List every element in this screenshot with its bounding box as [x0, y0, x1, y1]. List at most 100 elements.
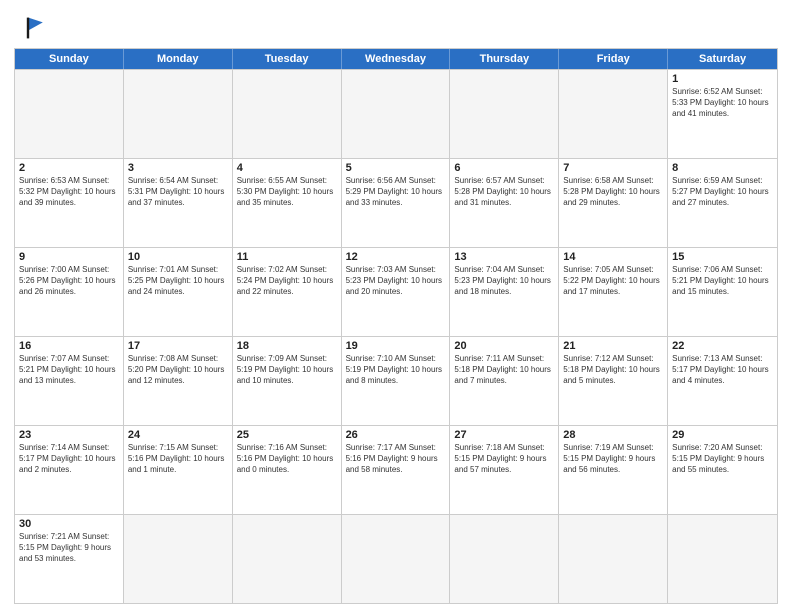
- weeks: 1Sunrise: 6:52 AM Sunset: 5:33 PM Daylig…: [15, 69, 777, 603]
- day-header-thursday: Thursday: [450, 49, 559, 69]
- cell-day-number: 3: [128, 162, 228, 174]
- cell-info: Sunrise: 7:16 AM Sunset: 5:16 PM Dayligh…: [237, 443, 337, 475]
- cell-info: Sunrise: 7:06 AM Sunset: 5:21 PM Dayligh…: [672, 265, 773, 297]
- generalblue-logo-icon: [14, 14, 46, 42]
- calendar-cell: 22Sunrise: 7:13 AM Sunset: 5:17 PM Dayli…: [668, 337, 777, 425]
- calendar-cell: [233, 515, 342, 603]
- cell-day-number: 27: [454, 429, 554, 441]
- day-header-friday: Friday: [559, 49, 668, 69]
- calendar-cell: 6 Sunrise: 6:57 AM Sunset: 5:28 PM Daylig…: [450, 159, 559, 247]
- calendar-cell: 20 Sunrise: 7:11 AM Sunset: 5:18 PM Dayli…: [450, 337, 559, 425]
- cell-info: Sunrise: 6:58 AM Sunset: 5:28 PM Dayligh…: [563, 176, 663, 208]
- cell-info: Sunrise: 7:18 AM Sunset: 5:15 PM Dayligh…: [454, 443, 554, 475]
- cell-info: Sunrise: 6:57 AM Sunset: 5:28 PM Dayligh…: [454, 176, 554, 208]
- cell-day-number: 14: [563, 251, 663, 263]
- day-header-sunday: Sunday: [15, 49, 124, 69]
- logo: [14, 10, 50, 42]
- calendar: SundayMondayTuesdayWednesdayThursdayFrid…: [14, 48, 778, 604]
- cell-day-number: 6: [454, 162, 554, 174]
- cell-info: Sunrise: 7:12 AM Sunset: 5:18 PM Dayligh…: [563, 354, 663, 386]
- week-6: 30 Sunrise: 7:21 AM Sunset: 5:15 PM Dayli…: [15, 514, 777, 603]
- calendar-cell: 11Sunrise: 7:02 AM Sunset: 5:24 PM Dayli…: [233, 248, 342, 336]
- calendar-cell: 27 Sunrise: 7:18 AM Sunset: 5:15 PM Dayli…: [450, 426, 559, 514]
- cell-info: Sunrise: 6:55 AM Sunset: 5:30 PM Dayligh…: [237, 176, 337, 208]
- cell-info: Sunrise: 7:03 AM Sunset: 5:23 PM Dayligh…: [346, 265, 446, 297]
- cell-day-number: 18: [237, 340, 337, 352]
- cell-day-number: 15: [672, 251, 773, 263]
- cell-info: Sunrise: 7:15 AM Sunset: 5:16 PM Dayligh…: [128, 443, 228, 475]
- cell-info: Sunrise: 7:11 AM Sunset: 5:18 PM Dayligh…: [454, 354, 554, 386]
- cell-day-number: 20: [454, 340, 554, 352]
- cell-info: Sunrise: 7:00 AM Sunset: 5:26 PM Dayligh…: [19, 265, 119, 297]
- calendar-cell: 1Sunrise: 6:52 AM Sunset: 5:33 PM Daylig…: [668, 70, 777, 158]
- calendar-cell: 2 Sunrise: 6:53 AM Sunset: 5:32 PM Daylig…: [15, 159, 124, 247]
- cell-day-number: 17: [128, 340, 228, 352]
- day-headers: SundayMondayTuesdayWednesdayThursdayFrid…: [15, 49, 777, 69]
- cell-info: Sunrise: 7:01 AM Sunset: 5:25 PM Dayligh…: [128, 265, 228, 297]
- calendar-cell: 16 Sunrise: 7:07 AM Sunset: 5:21 PM Dayli…: [15, 337, 124, 425]
- calendar-cell: 15 Sunrise: 7:06 AM Sunset: 5:21 PM Dayli…: [668, 248, 777, 336]
- calendar-cell: [559, 515, 668, 603]
- week-5: 23 Sunrise: 7:14 AM Sunset: 5:17 PM Dayli…: [15, 425, 777, 514]
- calendar-cell: 3 Sunrise: 6:54 AM Sunset: 5:31 PM Daylig…: [124, 159, 233, 247]
- week-1: 1Sunrise: 6:52 AM Sunset: 5:33 PM Daylig…: [15, 69, 777, 158]
- calendar-cell: 14 Sunrise: 7:05 AM Sunset: 5:22 PM Dayli…: [559, 248, 668, 336]
- calendar-cell: 9Sunrise: 7:00 AM Sunset: 5:26 PM Daylig…: [15, 248, 124, 336]
- calendar-cell: 10 Sunrise: 7:01 AM Sunset: 5:25 PM Dayli…: [124, 248, 233, 336]
- calendar-cell: 12Sunrise: 7:03 AM Sunset: 5:23 PM Dayli…: [342, 248, 451, 336]
- cell-info: Sunrise: 7:05 AM Sunset: 5:22 PM Dayligh…: [563, 265, 663, 297]
- cell-day-number: 21: [563, 340, 663, 352]
- page: SundayMondayTuesdayWednesdayThursdayFrid…: [0, 0, 792, 612]
- cell-day-number: 7: [563, 162, 663, 174]
- calendar-cell: [233, 70, 342, 158]
- cell-info: Sunrise: 7:09 AM Sunset: 5:19 PM Dayligh…: [237, 354, 337, 386]
- cell-info: Sunrise: 6:54 AM Sunset: 5:31 PM Dayligh…: [128, 176, 228, 208]
- cell-info: Sunrise: 7:21 AM Sunset: 5:15 PM Dayligh…: [19, 532, 119, 564]
- week-3: 9Sunrise: 7:00 AM Sunset: 5:26 PM Daylig…: [15, 247, 777, 336]
- cell-day-number: 16: [19, 340, 119, 352]
- day-header-saturday: Saturday: [668, 49, 777, 69]
- week-4: 16 Sunrise: 7:07 AM Sunset: 5:21 PM Dayli…: [15, 336, 777, 425]
- cell-day-number: 23: [19, 429, 119, 441]
- calendar-cell: [450, 515, 559, 603]
- cell-day-number: 30: [19, 518, 119, 530]
- calendar-cell: [124, 70, 233, 158]
- calendar-cell: 7 Sunrise: 6:58 AM Sunset: 5:28 PM Daylig…: [559, 159, 668, 247]
- cell-info: Sunrise: 7:20 AM Sunset: 5:15 PM Dayligh…: [672, 443, 773, 475]
- calendar-cell: 23 Sunrise: 7:14 AM Sunset: 5:17 PM Dayli…: [15, 426, 124, 514]
- cell-day-number: 29: [672, 429, 773, 441]
- cell-day-number: 24: [128, 429, 228, 441]
- calendar-cell: 5Sunrise: 6:56 AM Sunset: 5:29 PM Daylig…: [342, 159, 451, 247]
- cell-day-number: 8: [672, 162, 773, 174]
- calendar-cell: 19Sunrise: 7:10 AM Sunset: 5:19 PM Dayli…: [342, 337, 451, 425]
- cell-info: Sunrise: 6:59 AM Sunset: 5:27 PM Dayligh…: [672, 176, 773, 208]
- cell-day-number: 26: [346, 429, 446, 441]
- cell-day-number: 25: [237, 429, 337, 441]
- calendar-cell: 26Sunrise: 7:17 AM Sunset: 5:16 PM Dayli…: [342, 426, 451, 514]
- cell-day-number: 5: [346, 162, 446, 174]
- day-header-monday: Monday: [124, 49, 233, 69]
- week-2: 2 Sunrise: 6:53 AM Sunset: 5:32 PM Daylig…: [15, 158, 777, 247]
- cell-info: Sunrise: 6:53 AM Sunset: 5:32 PM Dayligh…: [19, 176, 119, 208]
- calendar-cell: 4 Sunrise: 6:55 AM Sunset: 5:30 PM Daylig…: [233, 159, 342, 247]
- calendar-cell: 28Sunrise: 7:19 AM Sunset: 5:15 PM Dayli…: [559, 426, 668, 514]
- cell-info: Sunrise: 7:04 AM Sunset: 5:23 PM Dayligh…: [454, 265, 554, 297]
- cell-day-number: 4: [237, 162, 337, 174]
- cell-info: Sunrise: 7:07 AM Sunset: 5:21 PM Dayligh…: [19, 354, 119, 386]
- calendar-cell: [450, 70, 559, 158]
- calendar-cell: 29 Sunrise: 7:20 AM Sunset: 5:15 PM Dayli…: [668, 426, 777, 514]
- cell-day-number: 1: [672, 73, 773, 85]
- cell-day-number: 28: [563, 429, 663, 441]
- cell-info: Sunrise: 7:02 AM Sunset: 5:24 PM Dayligh…: [237, 265, 337, 297]
- cell-day-number: 19: [346, 340, 446, 352]
- cell-day-number: 2: [19, 162, 119, 174]
- calendar-cell: [668, 515, 777, 603]
- cell-day-number: 10: [128, 251, 228, 263]
- calendar-cell: [15, 70, 124, 158]
- calendar-cell: 17Sunrise: 7:08 AM Sunset: 5:20 PM Dayli…: [124, 337, 233, 425]
- cell-info: Sunrise: 7:14 AM Sunset: 5:17 PM Dayligh…: [19, 443, 119, 475]
- calendar-cell: 8 Sunrise: 6:59 AM Sunset: 5:27 PM Daylig…: [668, 159, 777, 247]
- calendar-cell: [342, 70, 451, 158]
- day-header-wednesday: Wednesday: [342, 49, 451, 69]
- cell-day-number: 13: [454, 251, 554, 263]
